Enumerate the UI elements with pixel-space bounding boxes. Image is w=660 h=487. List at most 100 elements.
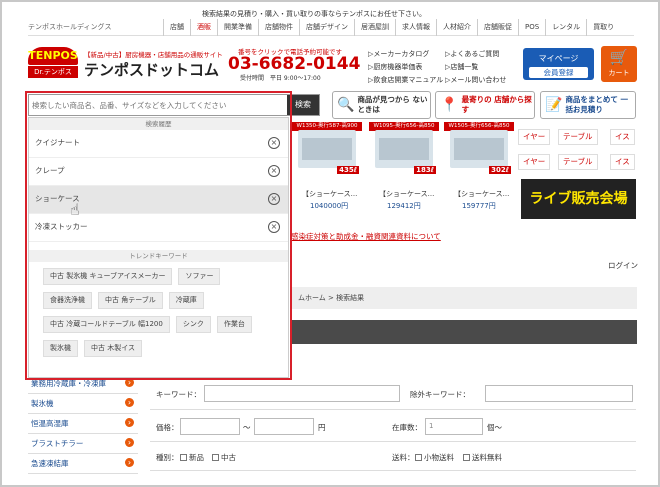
header-link-label: 厨房機器単価表 [373,63,423,71]
history-item[interactable]: ショーケース × [29,186,288,214]
product-title: 【ショーケース... [379,190,435,198]
category-button[interactable]: イス [610,154,635,170]
login-link[interactable]: ログイン [608,260,638,271]
site-name[interactable]: テンポスドットコム [84,59,219,80]
header-link[interactable]: ▷よくあるご質問 [445,49,506,59]
category-button[interactable]: イヤー [518,129,551,145]
history-item[interactable]: クイジナート × [29,130,288,158]
history-item[interactable]: 冷凍ストッカー × [29,214,288,242]
mypage-button[interactable]: マイページ 会員登録 [523,48,594,80]
trend-tag[interactable]: 冷蔵庫 [168,292,204,309]
site-logo[interactable]: TENPOS Dr.テンポス [28,47,78,79]
price-min-input[interactable] [180,418,240,435]
product-price: 129412円 [387,202,421,210]
nav-item[interactable]: 買取り [586,18,620,36]
checkbox-box [463,454,470,461]
remove-icon[interactable]: × [268,165,280,177]
nav-item[interactable]: 店舗物件 [258,18,299,36]
alert-link[interactable]: 感染症対策と助成金・融資関連資料について [291,231,441,242]
company-link[interactable]: テンポスホールディングス [28,22,163,32]
small-shipping-checkbox[interactable]: 小物送料 [415,452,454,463]
phone-number[interactable]: 03-6682-0144 [228,54,360,74]
trend-tag[interactable]: 中古 木製イス [84,340,143,357]
trend-tag[interactable]: 中古 冷蔵コールドテーブル 幅1200 [43,316,170,333]
trend-tag[interactable]: 中古 角テーブル [98,292,163,309]
feature-bulk-quote[interactable]: 📝 商品をまとめて 一括お見積り [540,91,636,119]
checkbox-box [180,454,187,461]
results-header-bar [292,320,637,344]
category-button[interactable]: テーブル [558,154,598,170]
stock-input[interactable]: 1 [425,418,483,435]
cart-button[interactable]: 🛒 カート [601,46,637,82]
used-checkbox[interactable]: 中古 [212,452,236,463]
history-item[interactable]: クレープ × [29,158,288,186]
product-card[interactable]: W1350-奥行587-高900 435ℓ 【ショーケース... 1040000… [292,122,362,212]
product-card[interactable]: W1505-奥行656-高850 302ℓ 【ショーケース... 159777円 [444,122,514,212]
magnifier-icon: 🔍 [337,97,355,113]
live-sale-banner[interactable]: ライブ販売会場 [521,179,636,219]
search-input[interactable] [32,95,288,115]
nav-item[interactable]: 店舗デザイン [299,18,354,36]
product-title: 【ショーケース... [302,190,358,198]
checkbox-label: 小物送料 [424,453,454,462]
nav-item[interactable]: 酒販 [190,18,217,36]
nav-item[interactable]: 店舗 [163,18,190,36]
header-link[interactable]: ▷メーカーカタログ [368,49,443,59]
nav-item[interactable]: POS [518,18,545,36]
sidebar-item[interactable]: ブラストチラー [28,434,138,454]
nav-item[interactable]: 居酒屋訓 [354,18,395,36]
category-button[interactable]: イヤー [518,154,551,170]
header-link[interactable]: ▷メール問い合わせ [445,75,506,85]
nav-item[interactable]: 店舗販促 [477,18,518,36]
trend-tag[interactable]: シンク [175,316,211,333]
search-button[interactable]: 検索 [287,95,319,115]
mypage-label: マイページ [538,54,579,63]
product-image [375,130,433,168]
trend-title: トレンドキーワード [29,250,288,262]
new-checkbox[interactable]: 新品 [180,452,204,463]
free-shipping-checkbox[interactable]: 送料無料 [463,452,502,463]
top-navigation: テンポスホールディングス 店舗 酒販 開業準備 店舗物件 店舗デザイン 居酒屋訓… [28,18,634,36]
header-links-col2: ▷よくあるご質問 ▷店舗一覧 ▷メール問い合わせ [445,49,506,85]
trend-tag[interactable]: 食器洗浄機 [43,292,92,309]
product-badge: 302ℓ [489,166,511,174]
kind-label: 種別： [156,453,179,462]
product-card[interactable]: W1095-奥行656-高850 183ℓ 【ショーケース... 129412円 [369,122,439,212]
exclude-input[interactable] [485,385,633,402]
product-image [450,130,508,168]
price-max-input[interactable] [254,418,314,435]
nav-item[interactable]: 人材紹介 [436,18,477,36]
exclude-label: 除外キーワード： [410,390,470,399]
feature-not-found[interactable]: 🔍 商品が見つから ないときは [332,91,431,119]
header-links-col1: ▷メーカーカタログ ▷厨房機器単価表 ▷飲食店開業マニュアル [368,49,443,85]
remove-icon[interactable]: × [268,137,280,149]
category-button[interactable]: イス [610,129,635,145]
divider [150,470,636,471]
product-badge: 435ℓ [337,166,359,174]
keyword-input[interactable] [204,385,400,402]
product-price: 159777円 [462,202,496,210]
trend-tag[interactable]: 製氷機 [43,340,78,357]
product-badge: 183ℓ [414,166,436,174]
category-button[interactable]: テーブル [558,129,598,145]
header-link[interactable]: ▷飲食店開業マニュアル [368,75,443,85]
sidebar-item[interactable]: 恒温高湿庫 [28,414,138,434]
sidebar-item[interactable]: 急速凍結庫 [28,454,138,474]
trend-tag[interactable]: 作業台 [216,316,252,333]
nav-item[interactable]: レンタル [545,18,586,36]
product-title: 【ショーケース... [454,190,510,198]
remove-icon[interactable]: × [268,221,280,233]
header-link[interactable]: ▷厨房機器単価表 [368,62,443,72]
header-link[interactable]: ▷店舗一覧 [445,62,506,72]
nav-item[interactable]: 開業準備 [217,18,258,36]
trend-tag[interactable]: 中古 製氷機 キューブアイスメーカー [43,268,173,285]
sidebar-item[interactable]: 製氷機 [28,394,138,414]
register-label: 会員登録 [529,67,588,78]
search-suggestions-dropdown: 検索履歴 クイジナート × クレープ × ショーケース × 冷凍ストッカー × … [28,117,289,378]
shipping-label: 送料： [392,453,415,462]
phone-hours: 受付時間 平日 9:00〜17:00 [240,75,321,82]
remove-icon[interactable]: × [268,193,280,205]
feature-nearest-store[interactable]: 📍 最寄りの 店舗から探す [435,91,535,119]
nav-item[interactable]: 求人情報 [395,18,436,36]
trend-tag[interactable]: ソファー [178,268,221,285]
